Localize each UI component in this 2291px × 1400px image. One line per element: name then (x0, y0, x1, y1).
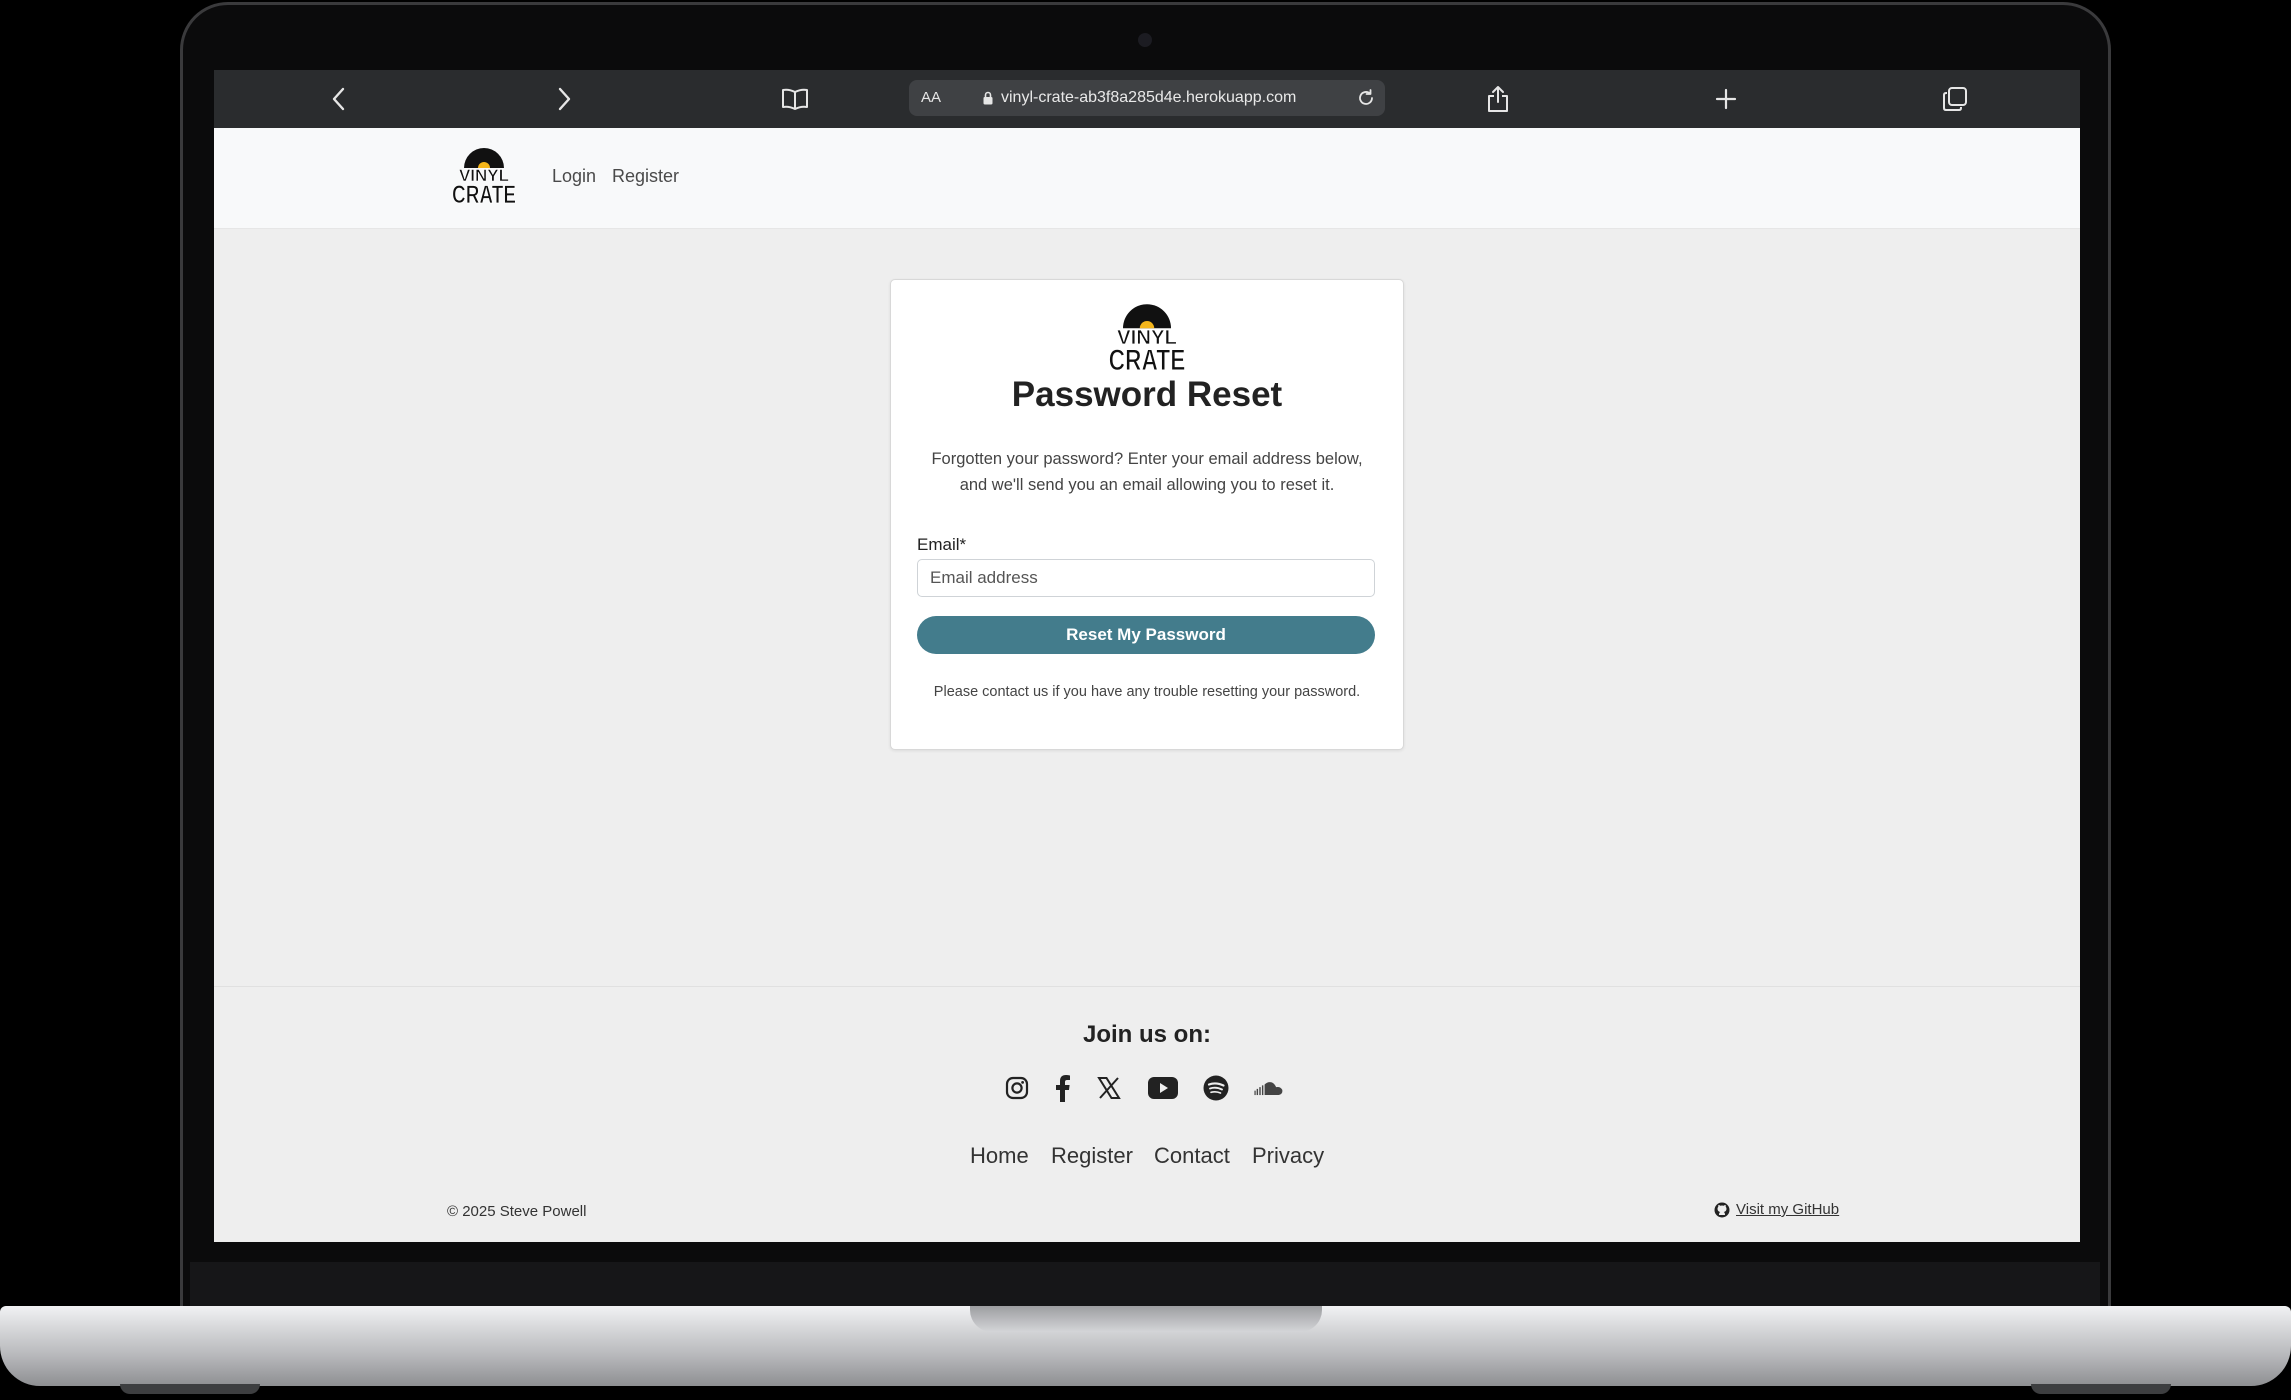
x-icon[interactable] (1094, 1073, 1124, 1103)
tabs-icon[interactable] (1940, 84, 1970, 114)
reader-aa-button[interactable]: AA (921, 89, 941, 106)
forward-icon[interactable] (550, 84, 580, 114)
page-title: Password Reset (1011, 375, 1283, 414)
youtube-icon[interactable] (1148, 1073, 1178, 1103)
address-bar[interactable]: AA vinyl-crate-ab3f8a285d4e.herokuapp.co… (909, 80, 1385, 116)
nav-register-link[interactable]: Register (612, 166, 679, 187)
instagram-icon[interactable] (1002, 1073, 1032, 1103)
intro-line-2: and we'll send you an email allowing you… (959, 476, 1335, 494)
github-link-label: Visit my GitHub (1736, 1201, 1840, 1218)
github-link[interactable]: Visit my GitHub (1714, 1201, 1839, 1218)
soundcloud-icon[interactable] (1254, 1073, 1284, 1103)
back-icon[interactable] (323, 84, 353, 114)
camera-icon (1138, 33, 1152, 47)
intro-line-1: Forgotten your password? Enter your emai… (931, 450, 1363, 468)
copyright-text: © 2025 Steve Powell (447, 1203, 587, 1220)
reload-icon[interactable] (1355, 87, 1377, 109)
card-logo-text-bottom: CRATE (1109, 344, 1186, 374)
join-us-heading: Join us on: (1083, 1021, 1211, 1048)
new-tab-icon[interactable] (1711, 84, 1741, 114)
bookmarks-icon[interactable] (780, 84, 810, 114)
reset-password-button[interactable]: Reset My Password (917, 616, 1375, 654)
footer-register-link[interactable]: Register (1051, 1143, 1133, 1169)
help-text: Please contact us if you have any troubl… (933, 684, 1361, 700)
site-header: VINYL CRATE Login Register (214, 128, 2080, 229)
github-icon (1714, 1202, 1730, 1217)
footer-privacy-link[interactable]: Privacy (1252, 1143, 1324, 1169)
browser-screen: AA vinyl-crate-ab3f8a285d4e.herokuapp.co… (214, 70, 2080, 1242)
site-footer: Join us on: Home Register Contact Privac… (214, 986, 2080, 1242)
intro-text: Forgotten your password? Enter your emai… (921, 446, 1373, 498)
url-text: vinyl-crate-ab3f8a285d4e.herokuapp.com (1001, 89, 1297, 106)
vinyl-crate-logo[interactable]: VINYL CRATE (449, 148, 519, 206)
laptop-base-notch (970, 1306, 1322, 1332)
logo-text-bottom: CRATE (452, 181, 516, 206)
facebook-icon[interactable] (1047, 1073, 1077, 1103)
email-field[interactable] (917, 559, 1375, 597)
share-icon[interactable] (1483, 84, 1513, 114)
browser-toolbar: AA vinyl-crate-ab3f8a285d4e.herokuapp.co… (214, 70, 2080, 128)
spotify-icon[interactable] (1201, 1073, 1231, 1103)
nav-login-link[interactable]: Login (552, 166, 596, 187)
email-label: Email* (917, 535, 967, 554)
card-logo: VINYL CRATE (1108, 304, 1186, 374)
password-reset-card: VINYL CRATE Password Reset Forgotten you… (890, 279, 1404, 750)
laptop-bottom-bezel (190, 1262, 2100, 1308)
laptop-foot-left (120, 1384, 260, 1394)
laptop-foot-right (2031, 1384, 2171, 1394)
lock-icon (983, 91, 993, 105)
footer-contact-link[interactable]: Contact (1154, 1143, 1230, 1169)
footer-home-link[interactable]: Home (970, 1143, 1029, 1169)
